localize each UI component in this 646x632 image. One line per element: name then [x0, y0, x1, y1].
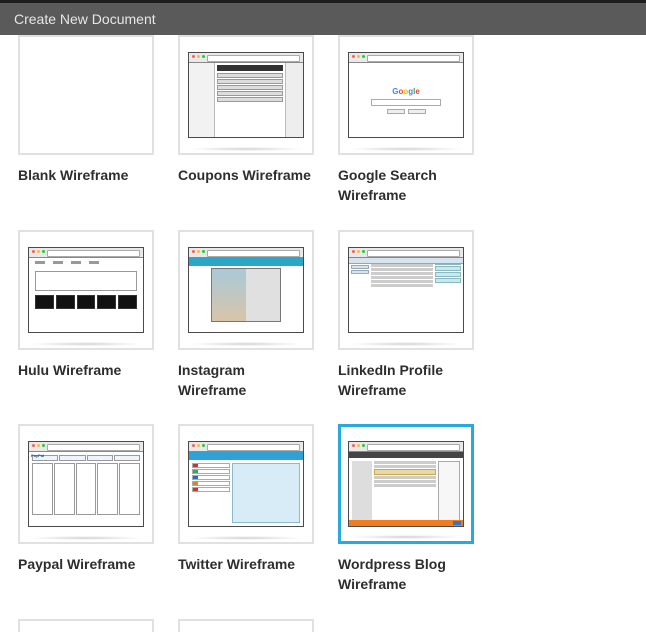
template-card-blank[interactable]: Blank Wireframe — [18, 35, 154, 206]
template-thumbnail-hulu[interactable] — [18, 230, 154, 350]
template-label: Instagram Wireframe — [178, 360, 314, 401]
template-label: Hulu Wireframe — [18, 360, 154, 380]
template-label: Paypal Wireframe — [18, 554, 154, 574]
template-card-google[interactable]: Google Google Search Wireframe — [338, 35, 474, 206]
template-label: Wordpress Blog Wireframe — [338, 554, 474, 595]
window-titlebar: Create New Document — [0, 3, 646, 35]
template-thumbnail-zendesk[interactable] — [178, 619, 314, 632]
template-label: Coupons Wireframe — [178, 165, 314, 185]
template-label: Twitter Wireframe — [178, 554, 314, 574]
template-card-wordpress[interactable]: Wordpress Blog Wireframe — [338, 424, 474, 595]
template-thumbnail-blank[interactable] — [18, 35, 154, 155]
template-thumbnail-youtube[interactable] — [18, 619, 154, 632]
template-gallery: Blank WireframeCoupons WireframeGoogleGo… — [0, 35, 646, 632]
template-label: Blank Wireframe — [18, 165, 154, 185]
template-card-twitter[interactable]: Twitter Wireframe — [178, 424, 314, 595]
template-thumbnail-twitter[interactable] — [178, 424, 314, 544]
template-thumbnail-coupons[interactable] — [178, 35, 314, 155]
template-label: LinkedIn Profile Wireframe — [338, 360, 474, 401]
template-label: Google Search Wireframe — [338, 165, 474, 206]
template-card-hulu[interactable]: Hulu Wireframe — [18, 230, 154, 401]
template-thumbnail-linkedin[interactable] — [338, 230, 474, 350]
template-card-coupons[interactable]: Coupons Wireframe — [178, 35, 314, 206]
template-thumbnail-instagram[interactable] — [178, 230, 314, 350]
window-title: Create New Document — [14, 11, 156, 27]
template-card-linkedin[interactable]: LinkedIn Profile Wireframe — [338, 230, 474, 401]
template-card-paypal[interactable]: PayPal Paypal Wireframe — [18, 424, 154, 595]
template-thumbnail-google[interactable]: Google — [338, 35, 474, 155]
template-card-zendesk[interactable]: Zendesk Support Wireframe — [178, 619, 314, 632]
template-card-youtube[interactable]: Youtube Wireframe — [18, 619, 154, 632]
template-card-instagram[interactable]: Instagram Wireframe — [178, 230, 314, 401]
template-thumbnail-paypal[interactable]: PayPal — [18, 424, 154, 544]
template-thumbnail-wordpress[interactable] — [338, 424, 474, 544]
